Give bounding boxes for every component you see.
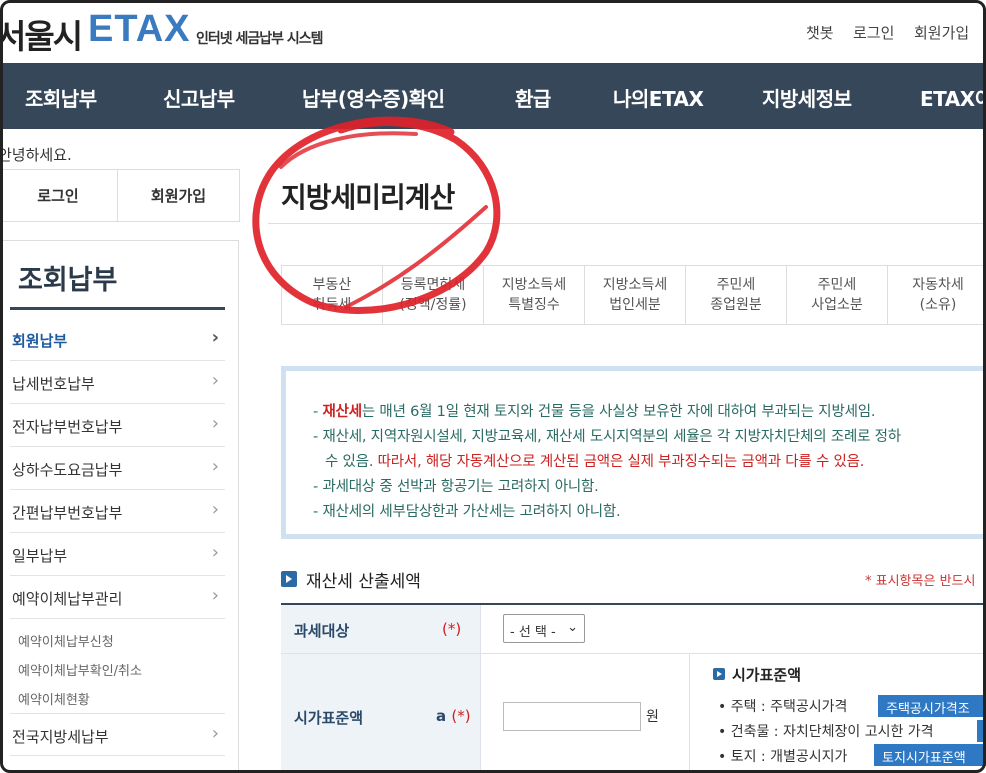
sidebar-title: 조회납부 bbox=[18, 265, 118, 296]
chevron-right-icon: › bbox=[211, 327, 219, 348]
sidebar-item-partial-payment[interactable]: 일부납부 › bbox=[10, 533, 225, 576]
sidebar-item-label: 회원납부 bbox=[12, 332, 68, 350]
guide-building: • 건축물 : 자치단체장이 고시한 가격 bbox=[718, 724, 934, 740]
greeting-text: 안녕하세요. bbox=[0, 146, 72, 164]
sidebar-item-taxno-payment[interactable]: 납세번호납부 › bbox=[10, 361, 225, 404]
land-price-lookup-button[interactable]: 토지시가표준액 bbox=[874, 744, 986, 766]
red-annotation-circle bbox=[252, 116, 501, 315]
column-divider bbox=[689, 654, 690, 773]
currency-unit: 원 bbox=[646, 709, 659, 725]
chevron-right-icon: › bbox=[211, 370, 219, 391]
chatbot-link[interactable]: 챗봇 bbox=[806, 22, 834, 43]
required-mark: (*) bbox=[451, 707, 471, 725]
building-price-lookup-button[interactable] bbox=[977, 720, 986, 742]
notice-highlight: 따라서, 해당 자동계산으로 계산된 금액은 실제 부과징수되는 금액과 다를 … bbox=[377, 454, 865, 470]
tab-resident-employee[interactable]: 주민세종업원분 bbox=[686, 266, 787, 324]
notice-text: 는 매년 6월 1일 현재 토지와 건물 등을 사실상 보유한 자에 대하여 부… bbox=[361, 404, 876, 420]
standard-price-guide-title: 시가표준액 bbox=[732, 666, 802, 684]
chevron-right-icon: › bbox=[211, 413, 219, 434]
sidebar-item-simple-payment[interactable]: 간편납부번호납부 › bbox=[10, 490, 225, 533]
housing-price-lookup-button[interactable]: 주택공시가격조 bbox=[878, 695, 986, 717]
required-note: * 표시항목은 반드시 bbox=[865, 574, 976, 589]
tab-label: 사업소분 bbox=[811, 297, 863, 313]
gnb-payment-receipt[interactable]: 납부(영수증)확인 bbox=[302, 83, 445, 112]
notice-line-3: 수 있음. 따라서, 해당 자동계산으로 계산된 금액은 실제 부과징수되는 금… bbox=[325, 450, 864, 471]
logo-etax[interactable]: ETAX bbox=[88, 8, 191, 51]
notice-line-2: - 재산세, 지역자원시설세, 지방교육세, 재산세 도시지역분의 세율은 각 … bbox=[313, 429, 901, 445]
tab-label: 주민세 bbox=[716, 277, 756, 293]
required-mark-group: a (*) bbox=[436, 707, 471, 725]
sidebar-subitem-transfer-confirm[interactable]: 예약이체납부확인/취소 bbox=[18, 660, 142, 679]
tab-vehicle-tax[interactable]: 자동차세 (소유) bbox=[888, 266, 986, 324]
chevron-right-icon: › bbox=[211, 585, 219, 606]
login-link[interactable]: 로그인 bbox=[853, 22, 894, 43]
tab-label: 주민세 bbox=[817, 277, 857, 293]
section-arrow-icon bbox=[281, 571, 297, 587]
sidebar-item-national-payment[interactable]: 전국지방세납부 › bbox=[10, 713, 225, 756]
notice-box: - 재산세는 매년 6월 1일 현재 토지와 건물 등을 사실상 보유한 자에 … bbox=[281, 366, 986, 539]
tab-income-corporate[interactable]: 지방소득세법인세분 bbox=[585, 266, 686, 324]
label-standard-price: 시가표준액 bbox=[294, 709, 364, 727]
select-value: - 선 택 - bbox=[510, 625, 556, 640]
chevron-right-icon: › bbox=[211, 456, 219, 477]
sidebar-item-label: 전자납부번호납부 bbox=[12, 418, 123, 436]
sidebar-login-button[interactable]: 로그인 bbox=[0, 169, 118, 222]
top-header: 서울시 ETAX 인터넷 세금납부 시스템 챗봇 로그인 회원가입 bbox=[0, 0, 986, 63]
sidebar-subitem-transfer-apply[interactable]: 예약이체납부신청 bbox=[18, 631, 114, 650]
tab-label: 특별징수 bbox=[508, 297, 560, 313]
sidebar-item-epay-payment[interactable]: 전자납부번호납부 › bbox=[10, 404, 225, 447]
chevron-right-icon: › bbox=[211, 499, 219, 520]
notice-line-1: - 재산세는 매년 6월 1일 현재 토지와 건물 등을 사실상 보유한 자에 … bbox=[313, 400, 875, 421]
logo-subtitle: 인터넷 세금납부 시스템 bbox=[196, 31, 324, 47]
chevron-down-icon: ⌄ bbox=[567, 620, 578, 635]
gnb-refund[interactable]: 환급 bbox=[515, 83, 551, 112]
sidebar-title-underline bbox=[10, 307, 225, 310]
sidebar-subitem-transfer-status[interactable]: 예약이체현황 bbox=[18, 689, 90, 708]
sidebar-item-label: 전국지방세납부 bbox=[12, 728, 109, 746]
sidebar-item-label: 간편납부번호납부 bbox=[12, 504, 123, 522]
tab-label: 종업원분 bbox=[710, 297, 762, 313]
join-link[interactable]: 회원가입 bbox=[914, 22, 969, 43]
sidebar-join-button[interactable]: 회원가입 bbox=[117, 169, 240, 222]
notice-highlight: 재산세 bbox=[322, 404, 362, 420]
section-title: 재산세 산출세액 bbox=[306, 572, 421, 592]
tab-label: 지방소득세 bbox=[602, 277, 668, 293]
tab-label: 자동차세 bbox=[912, 277, 964, 293]
sidebar-item-label: 상하수도요금납부 bbox=[12, 461, 123, 479]
required-mark: (*) bbox=[442, 620, 462, 638]
sidebar-item-scheduled-transfer[interactable]: 예약이체납부관리 › bbox=[10, 576, 225, 619]
chevron-right-icon: › bbox=[211, 542, 219, 563]
notice-line-4: - 과세대상 중 선박과 항공기는 고려하지 아니함. bbox=[313, 479, 599, 495]
notice-line-5: - 재산세의 세부담상한과 가산세는 고려하지 아니함. bbox=[313, 504, 621, 520]
sidebar-item-label: 일부납부 bbox=[12, 547, 68, 565]
standard-price-input[interactable] bbox=[503, 702, 641, 731]
sidebar-item-member-payment[interactable]: 회원납부 › bbox=[10, 318, 225, 361]
logo-text-kr[interactable]: 서울시 bbox=[0, 10, 83, 58]
tab-label: (소유) bbox=[919, 297, 957, 313]
guide-land: • 토지 : 개별공시지가 bbox=[718, 749, 848, 765]
arrow-right-icon bbox=[713, 668, 725, 680]
gnb-inquiry-payment[interactable]: 조회납부 bbox=[25, 83, 97, 112]
tab-resident-business[interactable]: 주민세사업소분 bbox=[787, 266, 888, 324]
notice-text: 수 있음. bbox=[325, 454, 378, 470]
gnb-my-etax[interactable]: 나의ETAX bbox=[613, 83, 704, 112]
sidebar-item-water-payment[interactable]: 상하수도요금납부 › bbox=[10, 447, 225, 490]
sidebar-item-label: 납세번호납부 bbox=[12, 375, 95, 393]
label-tax-object: 과세대상 bbox=[294, 622, 350, 640]
guide-housing: • 주택 : 주택공시가격 bbox=[718, 699, 848, 715]
tab-label: 지방소득세 bbox=[501, 277, 567, 293]
chevron-right-icon: › bbox=[211, 723, 219, 744]
tab-label: 법인세분 bbox=[609, 297, 661, 313]
gnb-etax-more[interactable]: ETAX이 bbox=[920, 83, 986, 112]
gnb-report-payment[interactable]: 신고납부 bbox=[163, 83, 235, 112]
gnb-local-tax-info[interactable]: 지방세정보 bbox=[762, 83, 852, 112]
price-variable-mark: a bbox=[436, 707, 452, 725]
sidebar-item-label: 예약이체납부관리 bbox=[12, 590, 123, 608]
tax-object-select[interactable]: - 선 택 - ⌄ bbox=[503, 614, 585, 643]
